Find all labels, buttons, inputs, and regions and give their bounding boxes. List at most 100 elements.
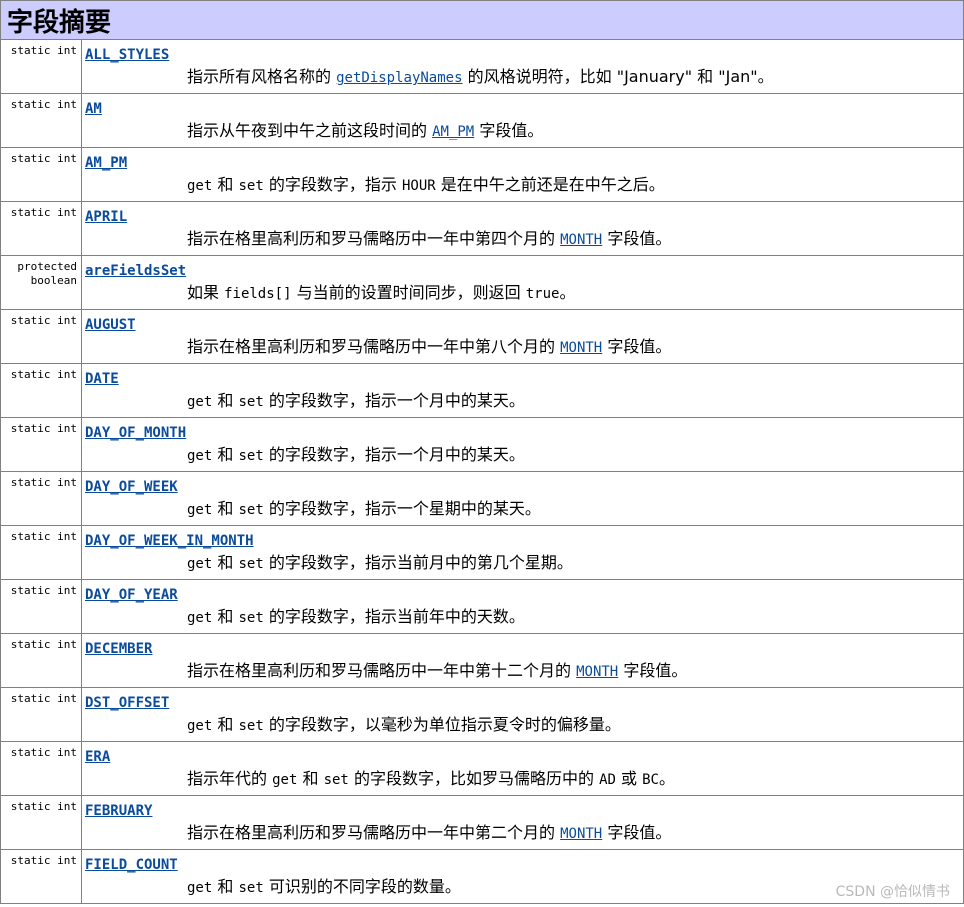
reference-link[interactable]: MONTH (576, 664, 618, 680)
table-row: static int AM 指示从午夜到中午之前这段时间的 AM_PM 字段值。 (0, 94, 964, 148)
field-detail-cell: ERA 指示年代的 get 和 set 的字段数字，比如罗马儒略历中的 AD 或 … (82, 742, 963, 795)
description-text: 可识别的不同字段的数量。 (263, 877, 461, 896)
reference-link[interactable]: AM_PM (432, 124, 474, 140)
field-name-link[interactable]: areFieldsSet (85, 261, 186, 281)
description-text: 的字段数字，指示一个星期中的某天。 (263, 499, 541, 518)
field-detail-cell: areFieldsSet 如果 fields[] 与当前的设置时间同步，则返回 t… (82, 256, 963, 309)
field-modifier: static int (1, 688, 82, 741)
field-name-link[interactable]: ALL_STYLES (85, 45, 169, 65)
field-description: 指示在格里高利历和罗马儒略历中一年中第四个月的 MONTH 字段值。 (187, 227, 963, 252)
field-name-link[interactable]: FEBRUARY (85, 801, 152, 821)
field-name-link[interactable]: DAY_OF_WEEK_IN_MONTH (85, 531, 254, 551)
description-text: 字段值。 (602, 337, 672, 356)
code-text: get (187, 394, 213, 410)
field-description: get 和 set 的字段数字，指示一个星期中的某天。 (187, 497, 963, 522)
description-text: 和 (212, 175, 239, 194)
field-name-link[interactable]: ERA (85, 747, 110, 767)
code-text: set (323, 772, 349, 788)
field-detail-cell: DAY_OF_MONTH get 和 set 的字段数字，指示一个月中的某天。 (82, 418, 963, 471)
reference-link[interactable]: MONTH (560, 340, 602, 356)
code-text: set (238, 610, 264, 626)
field-name-link[interactable]: DECEMBER (85, 639, 152, 659)
description-text: 的字段数字，指示当前年中的天数。 (263, 607, 525, 626)
table-row: static int DECEMBER 指示在格里高利历和罗马儒略历中一年中第十二个… (0, 634, 964, 688)
field-detail-cell: AM 指示从午夜到中午之前这段时间的 AM_PM 字段值。 (82, 94, 963, 147)
description-text: 的字段数字，以毫秒为单位指示夏令时的偏移量。 (263, 715, 621, 734)
code-text: set (238, 556, 264, 572)
description-text: 。 (559, 283, 576, 302)
field-name-link[interactable]: DATE (85, 369, 119, 389)
field-detail-cell: FEBRUARY 指示在格里高利历和罗马儒略历中一年中第二个月的 MONTH 字段… (82, 796, 963, 849)
description-text: 的风格说明符，比如 "January" 和 "Jan"。 (462, 67, 774, 86)
field-name-link[interactable]: DAY_OF_MONTH (85, 423, 186, 443)
field-description: 指示在格里高利历和罗马儒略历中一年中第二个月的 MONTH 字段值。 (187, 821, 963, 846)
description-text: 和 (212, 877, 239, 896)
code-text: true (525, 286, 560, 302)
description-text: 的字段数字，指示一个月中的某天。 (263, 445, 525, 464)
table-row: static int AM_PM get 和 set 的字段数字，指示 HOUR 是… (0, 148, 964, 202)
table-row: static int APRIL 指示在格里高利历和罗马儒略历中一年中第四个月的 M… (0, 202, 964, 256)
description-text: 字段值。 (474, 121, 544, 140)
code-text: get (187, 556, 213, 572)
field-detail-cell: DECEMBER 指示在格里高利历和罗马儒略历中一年中第十二个月的 MONTH 字… (82, 634, 963, 687)
table-row: protected boolean areFieldsSet 如果 fields[]… (0, 256, 964, 310)
description-text: 字段值。 (602, 229, 672, 248)
description-text: 和 (212, 715, 239, 734)
field-description: 如果 fields[] 与当前的设置时间同步，则返回 true。 (187, 281, 963, 306)
field-name-link[interactable]: DAY_OF_YEAR (85, 585, 178, 605)
field-description: 指示在格里高利历和罗马儒略历中一年中第十二个月的 MONTH 字段值。 (187, 659, 963, 684)
table-row: static int DATE get 和 set 的字段数字，指示一个月中的某天。 (0, 364, 964, 418)
field-modifier: static int (1, 796, 82, 849)
code-text: get (187, 610, 213, 626)
description-text: 的字段数字，指示当前月中的第几个星期。 (263, 553, 573, 572)
code-text: get (187, 880, 213, 896)
description-text: 指示在格里高利历和罗马儒略历中一年中第八个月的 (187, 337, 561, 356)
field-description: 指示在格里高利历和罗马儒略历中一年中第八个月的 MONTH 字段值。 (187, 335, 963, 360)
field-modifier: static int (1, 526, 82, 579)
code-text: get (272, 772, 298, 788)
description-text: 和 (212, 445, 239, 464)
field-modifier: static int (1, 94, 82, 147)
field-name-link[interactable]: AM (85, 99, 102, 119)
description-text: 指示在格里高利历和罗马儒略历中一年中第十二个月的 (187, 661, 577, 680)
field-name-link[interactable]: AM_PM (85, 153, 127, 173)
description-text: 指示年代的 (187, 769, 273, 788)
field-description: get 和 set 的字段数字，指示一个月中的某天。 (187, 443, 963, 468)
field-detail-cell: DAY_OF_YEAR get 和 set 的字段数字，指示当前年中的天数。 (82, 580, 963, 633)
code-text: set (238, 880, 264, 896)
field-description: get 和 set 的字段数字，以毫秒为单位指示夏令时的偏移量。 (187, 713, 963, 738)
field-name-link[interactable]: DST_OFFSET (85, 693, 169, 713)
description-text: 指示在格里高利历和罗马儒略历中一年中第四个月的 (187, 229, 561, 248)
field-modifier: static int (1, 634, 82, 687)
description-text: 的字段数字，比如罗马儒略历中的 (348, 769, 600, 788)
description-text: 。 (658, 769, 675, 788)
field-modifier: static int (1, 202, 82, 255)
reference-link[interactable]: MONTH (560, 232, 602, 248)
field-modifier: static int (1, 418, 82, 471)
field-name-link[interactable]: DAY_OF_WEEK (85, 477, 178, 497)
code-text: set (238, 718, 264, 734)
reference-link[interactable]: getDisplayNames (336, 70, 462, 86)
field-detail-cell: AUGUST 指示在格里高利历和罗马儒略历中一年中第八个月的 MONTH 字段值。 (82, 310, 963, 363)
description-text: 的字段数字，指示一个月中的某天。 (263, 391, 525, 410)
description-text: 或 (615, 769, 643, 788)
field-modifier: static int (1, 364, 82, 417)
description-text: 和 (212, 553, 239, 572)
watermark: CSDN @恰似情书 (835, 884, 950, 900)
field-name-link[interactable]: AUGUST (85, 315, 136, 335)
code-text: get (187, 718, 213, 734)
field-detail-cell: APRIL 指示在格里高利历和罗马儒略历中一年中第四个月的 MONTH 字段值。 (82, 202, 963, 255)
reference-link[interactable]: MONTH (560, 826, 602, 842)
code-text: set (238, 502, 264, 518)
field-name-link[interactable]: APRIL (85, 207, 127, 227)
code-text: get (187, 178, 213, 194)
field-name-link[interactable]: FIELD_COUNT (85, 855, 178, 875)
description-text: 和 (212, 499, 239, 518)
code-text: set (238, 178, 264, 194)
description-text: 指示在格里高利历和罗马儒略历中一年中第二个月的 (187, 823, 561, 842)
field-rows: static int ALL_STYLES 指示所有风格名称的 getDisplay… (0, 40, 964, 904)
description-text: 和 (297, 769, 324, 788)
description-text: 如果 (187, 283, 225, 302)
field-description: 指示年代的 get 和 set 的字段数字，比如罗马儒略历中的 AD 或 BC。 (187, 767, 963, 792)
field-detail-cell: ALL_STYLES 指示所有风格名称的 getDisplayNames 的风格说… (82, 40, 963, 93)
